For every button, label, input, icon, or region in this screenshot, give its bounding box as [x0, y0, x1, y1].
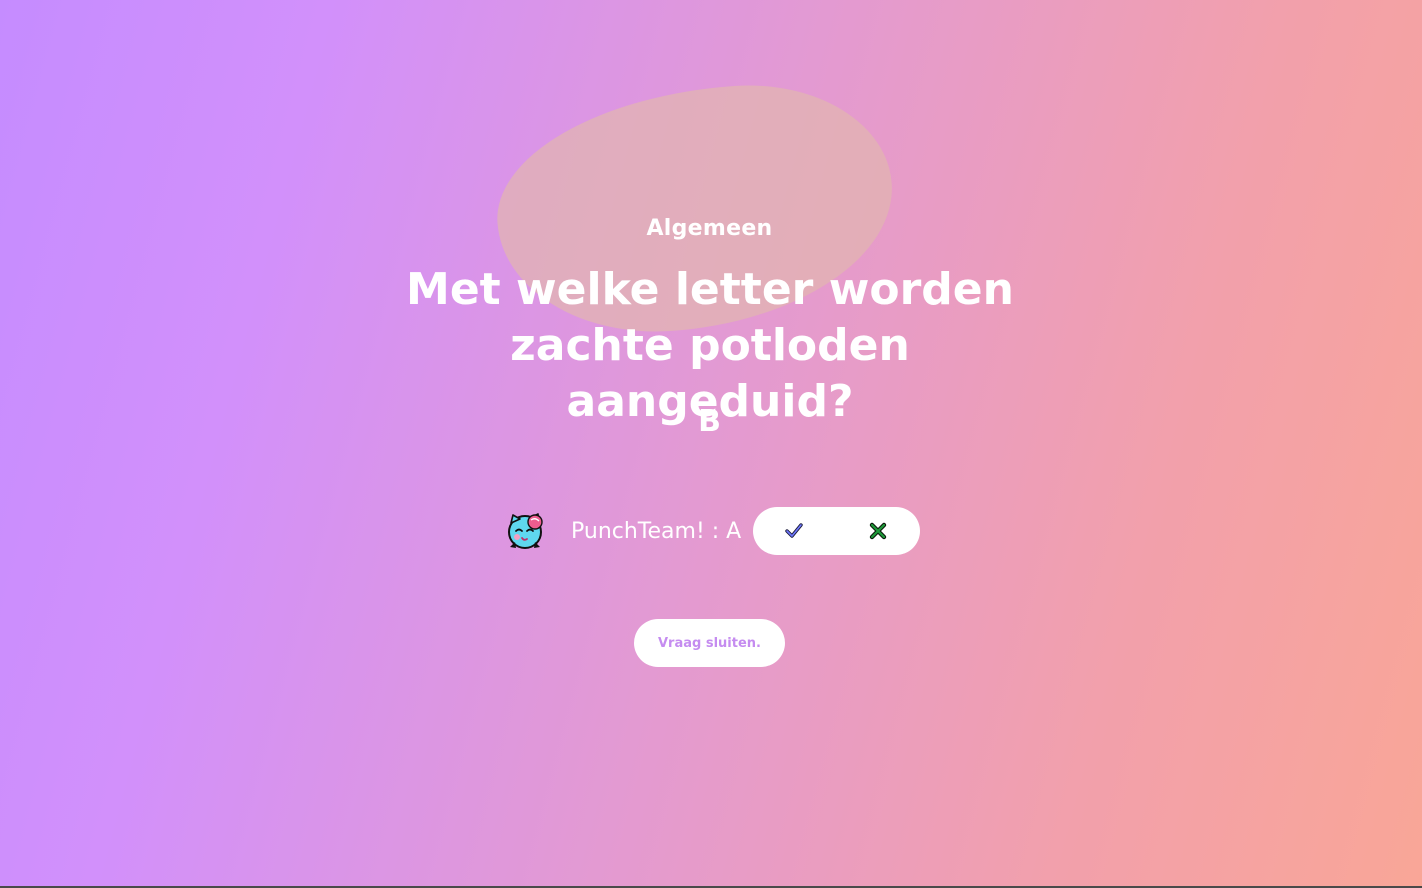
close-question-button[interactable]: Vraag sluiten.: [634, 619, 785, 667]
mark-wrong-button[interactable]: [866, 519, 890, 543]
correct-answer: B: [698, 404, 721, 439]
judge-answer-pill: [753, 507, 921, 555]
team-answer-row: PunchTeam! : A: [506, 506, 921, 556]
cat-face-avatar-icon: [506, 512, 544, 550]
mark-correct-button[interactable]: [782, 519, 806, 543]
checkmark-icon: [785, 523, 803, 538]
cross-icon: [870, 522, 887, 540]
team-answer-label: PunchTeam! : A: [571, 518, 742, 544]
question-category: Algemeen: [646, 216, 773, 241]
